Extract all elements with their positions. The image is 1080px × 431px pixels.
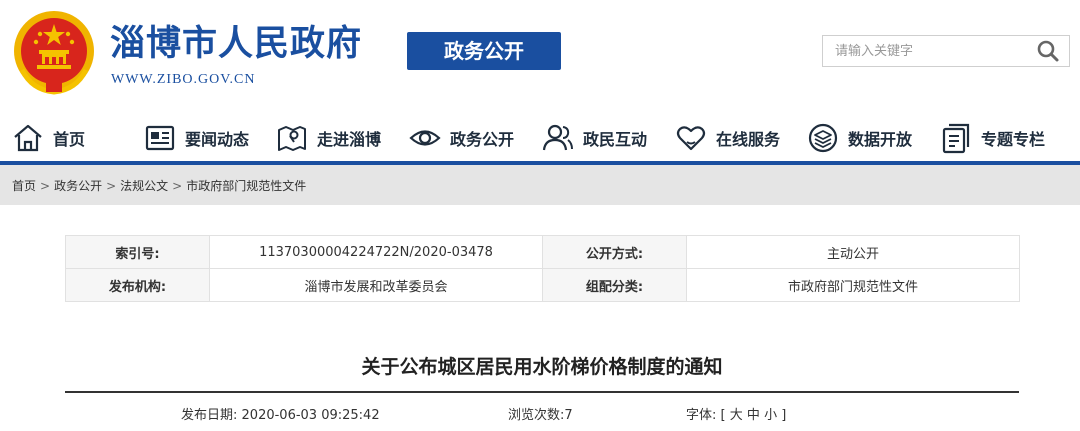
- nav-item-about-zibo[interactable]: 走进淄博: [276, 115, 381, 161]
- home-icon: [14, 124, 42, 152]
- table-row: 发布机构: 淄博市发展和改革委员会 组配分类: 市政府部门规范性文件: [65, 268, 1020, 302]
- data-layers-icon: [808, 123, 838, 153]
- article-title: 关于公布城区居民用水阶梯价格制度的通知: [361, 356, 723, 378]
- view-count-value: 7: [564, 408, 573, 423]
- meta-value-index-number: 11370300004224722N/2020-03478: [209, 235, 543, 269]
- map-pin-icon: [278, 126, 306, 151]
- search-box: [822, 35, 1070, 67]
- nav-label: 政民互动: [583, 130, 648, 149]
- font-size-small-button[interactable]: 小: [764, 408, 777, 423]
- breadcrumb: 首页 > 政务公开 > 法规公文 > 市政府部门规范性文件: [12, 177, 306, 194]
- font-size-controls: 字体: [ 大 中 小 ]: [686, 404, 786, 423]
- meta-key-index-number: 索引号:: [65, 235, 210, 269]
- search-input[interactable]: [835, 36, 1030, 66]
- font-size-label: 字体:: [686, 408, 717, 423]
- nav-item-special-topics[interactable]: 专题专栏: [940, 115, 1045, 161]
- nav-label: 要闻动态: [185, 130, 250, 149]
- section-badge[interactable]: 政务公开: [407, 32, 561, 70]
- document-icon: [942, 123, 970, 154]
- news-icon: [145, 125, 175, 151]
- meta-value-disclosure-method: 主动公开: [686, 235, 1020, 269]
- heart-icon: [676, 126, 706, 151]
- publish-date-info: 发布日期: 2020-06-03 09:25:42: [181, 404, 380, 423]
- view-count-label: 浏览次数:: [508, 408, 565, 423]
- nav-label: 在线服务: [716, 130, 781, 149]
- breadcrumb-bar: 首页 > 政务公开 > 法规公文 > 市政府部门规范性文件: [0, 161, 1080, 205]
- nav-item-interaction[interactable]: 政民互动: [542, 115, 647, 161]
- font-size-large-button[interactable]: 大: [730, 408, 743, 423]
- nav-item-news[interactable]: 要闻动态: [144, 115, 249, 161]
- national-emblem-icon: [14, 11, 94, 95]
- search-icon[interactable]: [1035, 39, 1061, 63]
- publish-date-label: 发布日期:: [181, 408, 238, 423]
- nav-item-open-government[interactable]: 政务公开: [409, 115, 514, 161]
- meta-key-category: 组配分类:: [542, 268, 687, 302]
- view-count-info: 浏览次数:7: [508, 404, 573, 423]
- site-title: 淄博市人民政府: [110, 24, 363, 64]
- eye-icon: [409, 130, 441, 146]
- site-header: 淄博市人民政府 WWW.ZIBO.GOV.CN 政务公开: [0, 0, 1080, 108]
- breadcrumb-open-government[interactable]: 政务公开: [54, 179, 102, 193]
- main-nav: 首页 要闻动态 走进淄博 政务公开 政民互动 在线服务 数据开放 专题专栏: [0, 115, 1080, 161]
- meta-key-publisher: 发布机构:: [65, 268, 210, 302]
- breadcrumb-separator: >: [172, 179, 183, 193]
- nav-item-online-service[interactable]: 在线服务: [675, 115, 780, 161]
- nav-label: 数据开放: [848, 130, 913, 149]
- meta-key-disclosure-method: 公开方式:: [542, 235, 687, 269]
- meta-value-publisher: 淄博市发展和改革委员会: [209, 268, 543, 302]
- title-divider: [65, 391, 1019, 393]
- breadcrumb-regulations[interactable]: 法规公文: [120, 179, 168, 193]
- table-row: 索引号: 11370300004224722N/2020-03478 公开方式:…: [65, 235, 1020, 269]
- breadcrumb-separator: >: [106, 179, 117, 193]
- publish-date-value: 2020-06-03 09:25:42: [241, 408, 380, 423]
- document-meta-table: 索引号: 11370300004224722N/2020-03478 公开方式:…: [65, 235, 1020, 302]
- site-url: WWW.ZIBO.GOV.CN: [111, 72, 256, 87]
- nav-item-open-data[interactable]: 数据开放: [807, 115, 912, 161]
- nav-label: 首页: [53, 130, 86, 149]
- font-bracket-open: [: [720, 408, 726, 423]
- breadcrumb-current-category[interactable]: 市政府部门规范性文件: [186, 179, 306, 193]
- font-bracket-close: ]: [781, 408, 787, 423]
- font-size-medium-button[interactable]: 中: [747, 408, 760, 423]
- nav-label: 走进淄博: [317, 130, 382, 149]
- people-icon: [542, 124, 573, 151]
- nav-label: 政务公开: [450, 130, 515, 149]
- breadcrumb-separator: >: [40, 179, 51, 193]
- nav-item-home[interactable]: 首页: [12, 115, 85, 161]
- meta-value-category: 市政府部门规范性文件: [686, 268, 1020, 302]
- nav-label: 专题专栏: [981, 130, 1046, 149]
- breadcrumb-home[interactable]: 首页: [12, 179, 36, 193]
